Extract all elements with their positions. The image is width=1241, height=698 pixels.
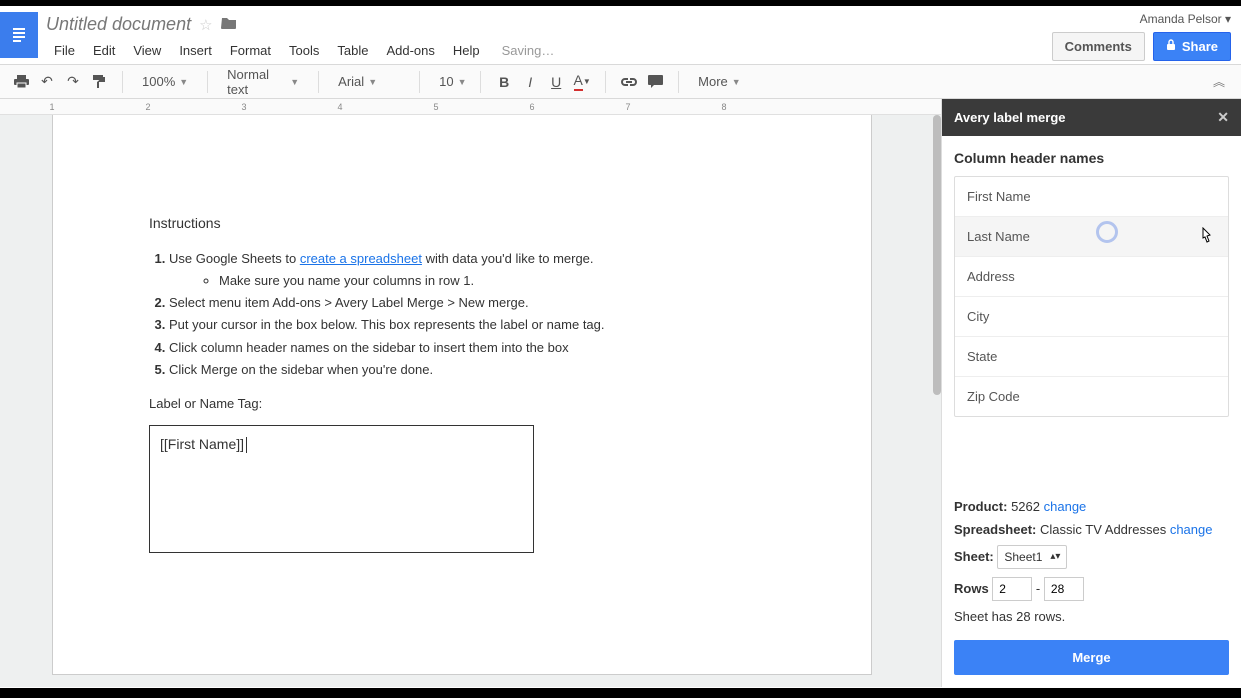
column-item-zip[interactable]: Zip Code (955, 377, 1228, 416)
menu-tools[interactable]: Tools (289, 43, 319, 58)
collapse-toolbar-icon[interactable]: ︽ (1213, 73, 1225, 90)
star-icon[interactable]: ☆ (199, 16, 212, 34)
list-item: Put your cursor in the box below. This b… (169, 315, 775, 335)
menu-format[interactable]: Format (230, 43, 271, 58)
menu-file[interactable]: File (54, 43, 75, 58)
menu-table[interactable]: Table (337, 43, 368, 58)
paint-format-icon[interactable] (86, 69, 112, 95)
workspace: 1 2 3 4 5 6 7 8 Instructions Use Google … (0, 99, 1241, 687)
spreadsheet-label: Spreadsheet: (954, 522, 1036, 537)
comments-button[interactable]: Comments (1052, 32, 1145, 61)
create-spreadsheet-link[interactable]: create a spreadsheet (300, 251, 422, 266)
zoom-dropdown[interactable]: 100%▼ (133, 69, 197, 95)
label-box[interactable]: [[First Name]] (149, 425, 534, 553)
window-bottom-border (0, 688, 1241, 698)
paragraph-style-dropdown[interactable]: Normal text▼ (218, 69, 308, 95)
menu-view[interactable]: View (133, 43, 161, 58)
addon-sidebar: Avery label merge ✕ Column header names … (941, 99, 1241, 687)
product-label: Product: (954, 499, 1007, 514)
merge-button[interactable]: Merge (954, 640, 1229, 675)
chevron-updown-icon: ▴▾ (1050, 553, 1060, 561)
rows-to-input[interactable] (1044, 577, 1084, 601)
text-cursor-icon (246, 437, 247, 453)
rows-from-input[interactable] (992, 577, 1032, 601)
underline-icon[interactable]: U (543, 69, 569, 95)
menu-edit[interactable]: Edit (93, 43, 115, 58)
column-item-first-name[interactable]: First Name (955, 177, 1228, 217)
toolbar-more-dropdown[interactable]: More ▼ (689, 69, 750, 95)
instructions-heading: Instructions (149, 215, 775, 231)
text-color-icon[interactable]: A ▼ (569, 69, 595, 95)
account-area: Amanda Pelsor ▾ Comments Share (1052, 12, 1231, 61)
column-headers-title: Column header names (954, 150, 1229, 166)
column-item-state[interactable]: State (955, 337, 1228, 377)
instructions-list: Use Google Sheets to create a spreadshee… (149, 249, 775, 380)
folder-icon[interactable] (221, 16, 237, 34)
document-title[interactable]: Untitled document (46, 14, 191, 35)
column-list: First Name Last Name Address City State … (954, 176, 1229, 417)
sidebar-footer: Product: 5262 change Spreadsheet: Classi… (942, 489, 1241, 687)
sidebar-body: Column header names First Name Last Name… (942, 136, 1241, 489)
menu-addons[interactable]: Add-ons (386, 43, 434, 58)
toolbar: ↶ ↷ 100%▼ Normal text▼ Arial▼ 10▼ B I U … (0, 65, 1241, 99)
print-icon[interactable] (8, 69, 34, 95)
lock-icon (1166, 39, 1176, 54)
list-sub-item: Make sure you name your columns in row 1… (219, 271, 775, 291)
insert-link-icon[interactable] (616, 69, 642, 95)
redo-icon[interactable]: ↷ (60, 69, 86, 95)
sidebar-title: Avery label merge (954, 110, 1066, 125)
list-item: Select menu item Add-ons > Avery Label M… (169, 293, 775, 313)
product-value: 5262 (1011, 499, 1040, 514)
vertical-scrollbar[interactable] (933, 115, 941, 395)
app-header: Untitled document ☆ File Edit View Inser… (0, 6, 1241, 65)
sheet-select[interactable]: Sheet1 ▴▾ (997, 545, 1067, 569)
menu-help[interactable]: Help (453, 43, 480, 58)
list-item: Click column header names on the sidebar… (169, 338, 775, 358)
document-page[interactable]: Instructions Use Google Sheets to create… (52, 115, 872, 675)
italic-icon[interactable]: I (517, 69, 543, 95)
account-name[interactable]: Amanda Pelsor ▾ (1140, 12, 1231, 26)
save-status: Saving… (502, 43, 555, 58)
font-size-dropdown[interactable]: 10▼ (430, 69, 470, 95)
column-item-last-name[interactable]: Last Name (955, 217, 1228, 257)
column-item-city[interactable]: City (955, 297, 1228, 337)
insert-comment-icon[interactable] (642, 69, 668, 95)
bold-icon[interactable]: B (491, 69, 517, 95)
share-button[interactable]: Share (1153, 32, 1231, 61)
rows-label: Rows (954, 581, 989, 596)
list-item: Click Merge on the sidebar when you're d… (169, 360, 775, 380)
undo-icon[interactable]: ↶ (34, 69, 60, 95)
change-product-link[interactable]: change (1044, 499, 1087, 514)
close-icon[interactable]: ✕ (1217, 109, 1229, 126)
sidebar-header: Avery label merge ✕ (942, 99, 1241, 136)
sheet-label: Sheet: (954, 549, 994, 564)
rows-info: Sheet has 28 rows. (954, 609, 1229, 624)
label-prompt: Label or Name Tag: (149, 396, 775, 411)
column-item-address[interactable]: Address (955, 257, 1228, 297)
menu-insert[interactable]: Insert (179, 43, 212, 58)
document-area: 1 2 3 4 5 6 7 8 Instructions Use Google … (0, 99, 941, 687)
horizontal-ruler[interactable]: 1 2 3 4 5 6 7 8 (0, 99, 941, 115)
font-dropdown[interactable]: Arial▼ (329, 69, 409, 95)
rows-dash: - (1036, 581, 1040, 596)
spreadsheet-value: Classic TV Addresses (1040, 522, 1166, 537)
change-spreadsheet-link[interactable]: change (1170, 522, 1213, 537)
mouse-pointer-icon (1198, 227, 1214, 252)
list-item: Use Google Sheets to create a spreadshee… (169, 249, 775, 291)
click-highlight-icon (1096, 221, 1118, 243)
docs-logo-icon[interactable] (0, 12, 38, 58)
